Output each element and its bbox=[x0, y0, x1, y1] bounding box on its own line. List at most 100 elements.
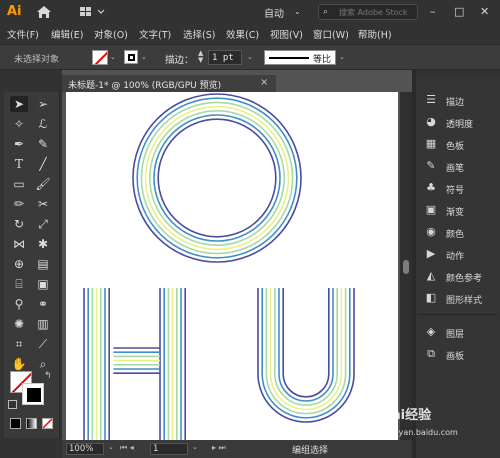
gradient-mode-icon[interactable] bbox=[26, 418, 37, 429]
stroke-label[interactable]: 描边： bbox=[165, 52, 194, 66]
swap-colors-icon[interactable]: ↰ bbox=[44, 371, 52, 381]
panel-symbols[interactable]: ♣ 符号 bbox=[416, 178, 500, 198]
close-button[interactable]: ✕ bbox=[480, 5, 489, 18]
variable-width-profile[interactable]: 等比 bbox=[264, 50, 336, 65]
artwork-ohu[interactable] bbox=[66, 92, 398, 440]
stroke-weight-input[interactable] bbox=[208, 50, 242, 65]
panel-color[interactable]: ◉ 颜色 bbox=[416, 222, 500, 242]
stock-search-box[interactable]: ⌕ bbox=[318, 4, 418, 20]
artboards-icon: ⧉ bbox=[427, 347, 435, 360]
menu-view[interactable]: 视图(V) bbox=[270, 27, 303, 41]
scale-tool-icon[interactable]: ⤢ bbox=[34, 216, 52, 232]
puppet-warp-tool-icon[interactable]: ✱ bbox=[34, 236, 52, 252]
menu-window[interactable]: 窗口(W) bbox=[313, 27, 349, 41]
menu-bar: 文件(F) 编辑(E) 对象(O) 文字(T) 选择(S) 效果(C) 视图(V… bbox=[0, 24, 500, 42]
chevron-down-icon[interactable]: ⌄ bbox=[141, 53, 147, 61]
menu-object[interactable]: 对象(O) bbox=[94, 27, 128, 41]
scissors-tool-icon[interactable]: ✂ bbox=[34, 196, 52, 212]
maximize-button[interactable]: □ bbox=[454, 5, 464, 18]
vertical-scrollbar[interactable] bbox=[400, 92, 412, 440]
curvature-tool-icon[interactable]: ✎ bbox=[34, 136, 52, 152]
default-colors-icon[interactable] bbox=[8, 400, 17, 409]
panel-layers[interactable]: ◈ 图层 bbox=[416, 322, 500, 342]
workspace-layout-icon[interactable] bbox=[80, 6, 114, 18]
eyedropper-tool-icon[interactable]: ⚲ bbox=[10, 296, 28, 312]
panel-color-guide[interactable]: ◭ 颜色参考 bbox=[416, 266, 500, 286]
selection-tool-icon[interactable]: ➤ bbox=[10, 96, 28, 112]
type-tool-icon[interactable]: T bbox=[10, 156, 28, 172]
current-tool-status: 编组选择 bbox=[292, 446, 329, 456]
menu-effect[interactable]: 效果(C) bbox=[226, 27, 259, 41]
stroke-stepper-icon[interactable]: ▲ ▼ bbox=[198, 50, 206, 65]
panel-brushes[interactable]: ✎ 画笔 bbox=[416, 156, 500, 176]
selection-status: 未选择对象 bbox=[14, 55, 60, 65]
rotate-tool-icon[interactable]: ↻ bbox=[10, 216, 28, 232]
zoom-level-field[interactable]: 100% bbox=[66, 443, 104, 455]
menu-help[interactable]: 帮助(H) bbox=[358, 27, 392, 41]
artboard-number-field[interactable]: 1 bbox=[150, 443, 188, 455]
panel-label: 图层 bbox=[446, 330, 465, 340]
menu-file[interactable]: 文件(F) bbox=[7, 27, 39, 41]
close-icon[interactable]: × bbox=[260, 77, 268, 88]
artboard-tool-icon[interactable]: ⌗ bbox=[10, 336, 28, 352]
workspace-name[interactable]: 自动 bbox=[264, 5, 284, 20]
stock-search-input[interactable] bbox=[339, 6, 417, 18]
blend-tool-icon[interactable]: ⚭ bbox=[34, 296, 52, 312]
none-mode-icon[interactable] bbox=[42, 418, 53, 429]
menu-edit[interactable]: 编辑(E) bbox=[51, 27, 83, 41]
live-paint-tool-icon[interactable]: ▤ bbox=[34, 256, 52, 272]
artboard-next-icon[interactable]: ▸ ⏭ bbox=[212, 443, 226, 453]
gradient-tool-icon[interactable]: ▣ bbox=[34, 276, 52, 292]
panel-label: 颜色 bbox=[446, 230, 465, 240]
width-tool-icon[interactable]: ⋈ bbox=[10, 236, 28, 252]
chevron-down-icon[interactable]: ⌄ bbox=[294, 7, 301, 16]
letter-o-stroke bbox=[136, 97, 298, 259]
panel-label: 颜色参考 bbox=[446, 274, 483, 284]
panel-artboards[interactable]: ⧉ 画板 bbox=[416, 344, 500, 364]
fill-swatch[interactable] bbox=[92, 50, 108, 65]
chevron-down-icon[interactable]: ⌄ bbox=[192, 443, 198, 451]
chevron-down-icon[interactable]: ⌄ bbox=[339, 53, 345, 61]
panel-stroke[interactable]: ☰ 描边 bbox=[416, 90, 500, 110]
panel-gradient[interactable]: ▣ 渐变 bbox=[416, 200, 500, 220]
slice-tool-icon[interactable]: ⟋ bbox=[34, 336, 52, 352]
stroke-color-box[interactable] bbox=[22, 383, 44, 405]
pen-tool-icon[interactable]: ✒ bbox=[10, 136, 28, 152]
panel-label: 符号 bbox=[446, 186, 465, 196]
perspective-grid-tool-icon[interactable]: ⌸ bbox=[10, 276, 28, 292]
scroll-thumb[interactable] bbox=[403, 260, 409, 274]
chevron-down-icon[interactable]: ⌄ bbox=[110, 53, 116, 61]
stroke-swatch[interactable] bbox=[124, 50, 138, 64]
document-tab[interactable]: 未标题-1* @ 100% (RGB/GPU 预览) × bbox=[62, 74, 276, 92]
minimize-button[interactable]: – bbox=[430, 5, 436, 18]
panel-graphic-styles[interactable]: ◧ 图形样式 bbox=[416, 288, 500, 308]
paintbrush-tool-icon[interactable]: 🖌 bbox=[34, 176, 52, 192]
artboard-canvas[interactable] bbox=[66, 92, 398, 440]
artboard-prev-icon[interactable]: ⏮ ◂ bbox=[120, 443, 134, 453]
chevron-down-icon[interactable]: ⌄ bbox=[108, 443, 114, 451]
menu-type[interactable]: 文字(T) bbox=[139, 27, 171, 41]
zoom-tool-icon[interactable]: ⌕ bbox=[34, 356, 52, 372]
pencil-tool-icon[interactable]: ✏ bbox=[10, 196, 28, 212]
shape-builder-tool-icon[interactable]: ⊕ bbox=[10, 256, 28, 272]
panel-label: 画板 bbox=[446, 352, 465, 362]
symbol-sprayer-tool-icon[interactable]: ✺ bbox=[10, 316, 28, 332]
watermark-url: jingyan.baidu.com bbox=[384, 428, 458, 437]
magic-wand-tool-icon[interactable]: ✧ bbox=[10, 116, 28, 132]
panel-actions[interactable]: ▶ 动作 bbox=[416, 244, 500, 264]
line-segment-tool-icon[interactable]: ╱ bbox=[34, 156, 52, 172]
color-guide-icon: ◭ bbox=[426, 269, 436, 282]
rectangle-tool-icon[interactable]: ▭ bbox=[10, 176, 28, 192]
home-icon[interactable] bbox=[36, 5, 52, 19]
color-mode-icon[interactable] bbox=[10, 418, 21, 429]
panel-label: 描边 bbox=[446, 98, 465, 108]
lasso-tool-icon[interactable]: ℒ bbox=[34, 116, 52, 132]
direct-selection-tool-icon[interactable]: ➢ bbox=[34, 96, 52, 112]
panel-swatches[interactable]: ▦ 色板 bbox=[416, 134, 500, 154]
panel-transparency[interactable]: ◕ 透明度 bbox=[416, 112, 500, 132]
watermark-logo: Bai经验 bbox=[382, 408, 432, 423]
chevron-down-icon[interactable]: ⌄ bbox=[247, 53, 253, 61]
menu-select[interactable]: 选择(S) bbox=[183, 27, 215, 41]
hand-tool-icon[interactable]: ✋ bbox=[10, 356, 28, 372]
column-graph-tool-icon[interactable]: ▥ bbox=[34, 316, 52, 332]
